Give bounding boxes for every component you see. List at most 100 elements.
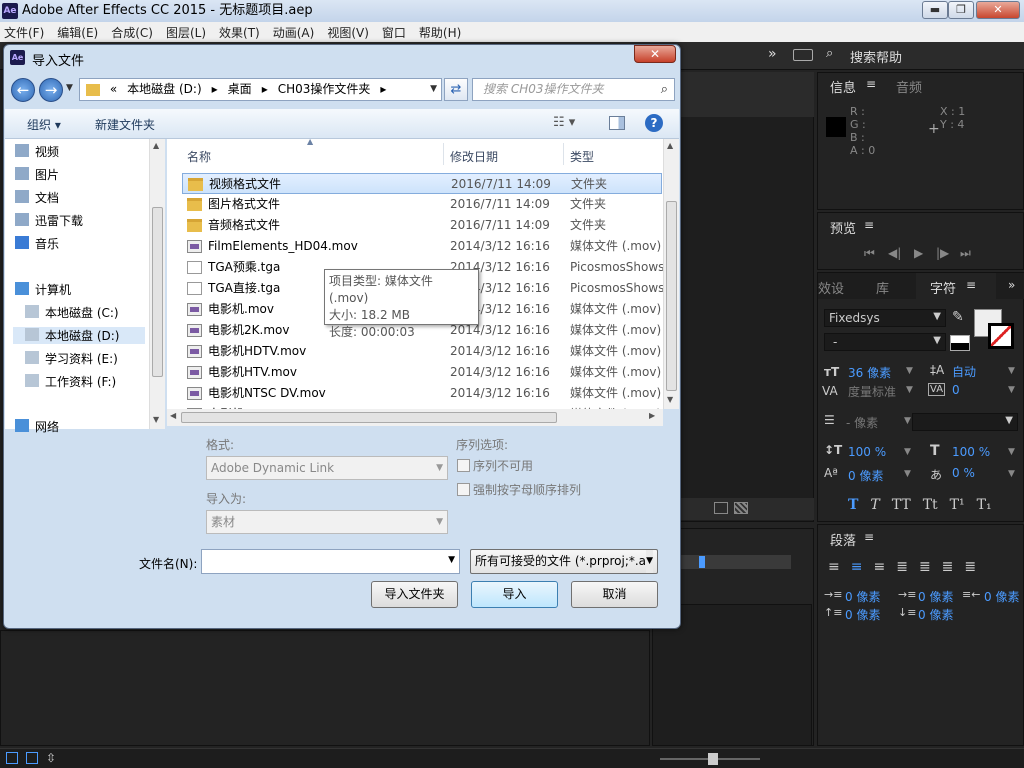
space-before-value[interactable]: 0 像素 [845,606,880,623]
sidebar-item[interactable]: 文档 [15,189,59,206]
prev-frame-icon[interactable]: ◀| [888,246,901,260]
time-ruler[interactable] [681,555,791,569]
kerning-value[interactable]: 度量标准 [848,383,896,400]
menu-item[interactable]: 视图(V) [327,24,369,41]
breadcrumb-separator[interactable]: ▸ [262,82,268,96]
file-row[interactable]: 电影机HTV.mov 2014/3/12 16:16 媒体文件 (.mov) [182,362,662,383]
file-row[interactable]: 电影机NTSC DV.mov 2014/3/12 16:16 媒体文件 (.mov) [182,383,662,404]
breadcrumb-separator[interactable]: ▸ [212,82,218,96]
minimize-button[interactable]: ▬ [922,1,948,19]
leading-value[interactable]: 自动 [952,363,976,380]
chevron-down-icon[interactable]: ▼ [904,447,911,457]
render-icon[interactable] [6,752,18,764]
play-icon[interactable]: ▶ [914,246,923,260]
breadcrumb-item[interactable]: CH03操作文件夹 [278,82,371,96]
column-type-header[interactable]: 类型 [570,148,594,165]
eyedropper-icon[interactable]: ✎ [952,309,964,325]
file-row[interactable]: 视频格式文件 2016/7/11 14:09 文件夹 [182,173,662,194]
menu-item[interactable]: 帮助(H) [419,24,461,41]
sidebar-item[interactable]: 学习资料 (E:) [25,350,118,367]
chevron-down-icon[interactable]: ▼ [904,416,911,426]
stroke-width-value[interactable]: - 像素 [846,414,878,431]
cancel-button[interactable]: 取消 [571,581,658,608]
sidebar-item[interactable]: 音乐 [15,235,59,252]
force-alpha-checkbox[interactable] [457,483,470,496]
import-as-select[interactable]: 素材 ▼ [206,510,448,534]
font-family-select[interactable]: Fixedsys ▼ [824,309,946,327]
sidebar-item[interactable]: 迅雷下载 [15,212,83,229]
search-icon[interactable]: ⌕ [826,46,833,61]
scroll-left-icon[interactable]: ◀ [170,411,176,420]
view-options-icon[interactable]: ☷ ▾ [553,115,575,130]
chevron-down-icon[interactable]: ▼ [1008,469,1015,479]
filename-input[interactable]: ▼ [201,549,460,574]
file-list-hscrollbar[interactable]: ◀ ▶ [167,409,663,426]
search-help-label[interactable]: 搜索帮助 [850,47,902,66]
file-row[interactable]: FilmElements_HD04.mov 2014/3/12 16:16 媒体文件… [182,236,662,257]
sync-icon[interactable] [793,49,813,61]
dialog-close-button[interactable]: ✕ [634,45,676,63]
column-date-header[interactable]: 修改日期 [450,148,498,165]
import-folder-button[interactable]: 导入文件夹 [371,581,458,608]
new-folder-button[interactable]: 新建文件夹 [95,116,155,133]
tab-info[interactable]: 信息 [830,77,856,96]
chevron-down-icon[interactable]: ▼ [1008,385,1015,395]
scroll-down-icon[interactable]: ▼ [153,415,159,424]
text-style-button[interactable]: T [870,497,879,513]
menu-item[interactable]: 效果(T) [219,24,260,41]
breadcrumb-separator[interactable]: « [110,82,117,96]
indent-left-value[interactable]: 0 像素 [845,588,880,605]
file-row[interactable]: 音频格式文件 2016/7/11 14:09 文件夹 [182,215,662,236]
text-style-button[interactable]: T¹ [950,497,965,513]
tab-audio[interactable]: 音频 [896,77,922,96]
column-divider[interactable] [443,143,444,165]
next-frame-icon[interactable]: |▶ [936,246,949,260]
scroll-down-icon[interactable]: ▼ [667,395,673,404]
tab-effects[interactable]: 效设 [818,278,844,297]
menu-item[interactable]: 文件(F) [4,24,44,41]
baseline-shift-value[interactable]: 0 像素 [848,467,883,484]
file-list-scrollbar[interactable]: ▲ ▼ [663,139,679,409]
default-colors-icon[interactable] [950,335,970,351]
panel-menu-icon[interactable]: ≡ [864,530,874,544]
sidebar-item[interactable]: 视频 [15,143,59,160]
back-icon[interactable]: ← [11,78,35,102]
tab-character[interactable]: 字符 [930,278,956,297]
address-bar[interactable]: « 本地磁盘 (D:) ▸ 桌面 ▸ CH03操作文件夹 ▸ ▼ [79,78,442,101]
justify-right-icon[interactable]: ≣ [942,559,954,575]
font-style-select[interactable]: - ▼ [824,333,946,351]
tsume-value[interactable]: 0 % [952,466,975,480]
breadcrumb-separator[interactable]: ▸ [380,82,386,96]
chevron-down-icon[interactable]: ▼ [1008,366,1015,376]
sidebar-item[interactable]: 工作资料 (F:) [25,373,116,390]
file-row[interactable]: 图片格式文件 2016/7/11 14:09 文件夹 [182,194,662,215]
sequence-checkbox[interactable] [457,459,470,472]
tracking-value[interactable]: 0 [952,383,960,397]
file-scroll-thumb[interactable] [666,201,677,391]
menu-item[interactable]: 图层(L) [166,24,206,41]
format-select[interactable]: Adobe Dynamic Link ▼ [206,456,448,480]
address-dropdown-icon[interactable]: ▼ [430,79,437,100]
breadcrumb-item[interactable]: 本地磁盘 (D:) [127,82,201,96]
tab-library[interactable]: 库 [876,278,889,297]
menu-item[interactable]: 窗口 [382,24,406,41]
text-style-button[interactable]: TT [892,497,911,513]
stroke-type-select[interactable]: ▼ [912,413,1018,431]
sidebar-item[interactable]: 本地磁盘 (D:) [13,327,145,344]
text-style-button[interactable]: Tt [923,497,938,513]
indent-right-value[interactable]: 0 像素 [984,588,1019,605]
panel-chevron-icon[interactable]: » [1008,278,1015,292]
text-style-button[interactable]: T [848,497,858,513]
close-button[interactable]: ✕ [976,1,1020,19]
vertical-scale-value[interactable]: 100 % [848,445,886,459]
scroll-right-icon[interactable]: ▶ [649,411,655,420]
space-after-value[interactable]: 0 像素 [918,606,953,623]
justify-center-icon[interactable]: ≣ [919,559,931,575]
transparency-grid-icon[interactable] [734,502,748,514]
composition-mini-icon[interactable] [26,752,38,764]
last-frame-icon[interactable]: ⏭ [960,246,971,261]
column-divider[interactable] [563,143,564,165]
help-icon[interactable]: ? [645,114,663,132]
zoom-slider-handle[interactable] [708,753,718,765]
panel-menu-icon[interactable]: ≡ [864,218,874,232]
